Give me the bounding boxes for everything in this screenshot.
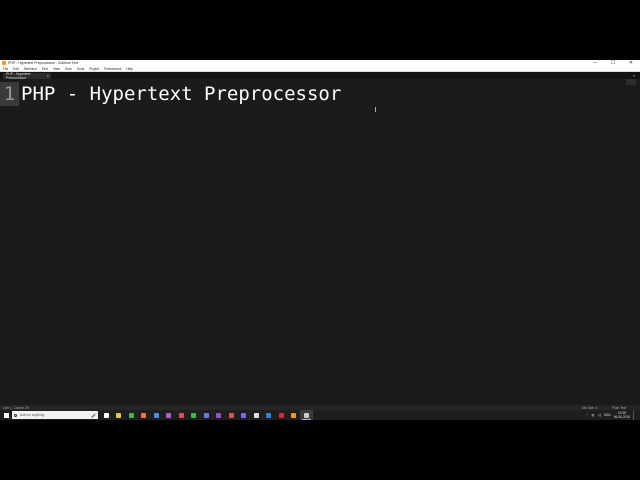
chrome-icon[interactable] bbox=[125, 410, 138, 420]
app-icon-10-glyph bbox=[266, 412, 272, 418]
menu-find[interactable]: Find bbox=[42, 67, 48, 71]
app-icon-10[interactable] bbox=[263, 410, 276, 420]
app-icon-5-glyph bbox=[203, 412, 209, 418]
app-icon-1[interactable] bbox=[150, 410, 163, 420]
app-icon-8-glyph bbox=[241, 412, 247, 418]
app-icon-3-glyph bbox=[178, 412, 184, 418]
show-desktop-button[interactable] bbox=[633, 410, 640, 420]
app-icon-5[interactable] bbox=[200, 410, 213, 420]
app-icon-6[interactable] bbox=[213, 410, 226, 420]
menu-goto[interactable]: Goto bbox=[65, 67, 72, 71]
tab-bar: PHP - Hypertext Preprocessor × ▾ bbox=[0, 72, 640, 80]
firefox-icon-glyph bbox=[141, 412, 147, 418]
cortana-search-box[interactable]: Ask me anything 🎤 bbox=[12, 411, 98, 419]
task-view-icon-glyph bbox=[103, 412, 109, 418]
chrome-icon-glyph bbox=[128, 412, 134, 418]
app-icon-2[interactable] bbox=[163, 410, 176, 420]
app-icon-11[interactable] bbox=[275, 410, 288, 420]
network-icon[interactable]: ▥ bbox=[591, 413, 594, 417]
sublime-text-icon[interactable] bbox=[300, 410, 313, 420]
menu-tools[interactable]: Tools bbox=[77, 67, 84, 71]
app-icon-8[interactable] bbox=[238, 410, 251, 420]
app-icon-12[interactable] bbox=[288, 410, 301, 420]
app-icon-4-glyph bbox=[191, 412, 197, 418]
app-icon-6-glyph bbox=[216, 412, 222, 418]
app-icon-11-glyph bbox=[278, 412, 284, 418]
tab-dropdown-icon[interactable]: ▾ bbox=[633, 73, 635, 78]
task-view-icon[interactable] bbox=[100, 410, 113, 420]
menu-help[interactable]: Help bbox=[126, 67, 133, 71]
menu-preferences[interactable]: Preferences bbox=[104, 67, 121, 71]
file-explorer-icon-glyph bbox=[116, 412, 122, 418]
app-icon-1-glyph bbox=[153, 412, 159, 418]
taskbar-apps bbox=[100, 410, 313, 420]
menu-file[interactable]: File bbox=[3, 67, 8, 71]
app-icon-4[interactable] bbox=[188, 410, 201, 420]
sublime-app-icon bbox=[2, 61, 6, 65]
microphone-icon[interactable]: 🎤 bbox=[91, 413, 96, 418]
volume-icon[interactable]: ◁) bbox=[597, 413, 601, 417]
window-title: PHP - Hypertext Preprocessor - Sublime T… bbox=[8, 61, 79, 65]
menu-selection[interactable]: Selection bbox=[24, 67, 37, 71]
tab-size-indicator[interactable]: Tab Size: 4 bbox=[582, 406, 598, 410]
app-icon-3[interactable] bbox=[175, 410, 188, 420]
windows-taskbar: Ask me anything 🎤 ⌃ ▥ ◁) DAN 15:38 06-06… bbox=[0, 410, 640, 420]
cursor-position: Line 1, Column 29 bbox=[3, 405, 29, 410]
app-icon-9-glyph bbox=[253, 412, 259, 418]
start-button[interactable] bbox=[0, 410, 12, 420]
cortana-icon bbox=[14, 413, 17, 417]
system-tray: ⌃ ▥ ◁) DAN 15:38 06-06-2016 bbox=[586, 410, 640, 420]
sublime-text-icon-glyph bbox=[303, 412, 309, 418]
menu-edit[interactable]: Edit bbox=[13, 67, 19, 71]
minimap[interactable] bbox=[626, 79, 636, 85]
language-indicator[interactable]: DAN bbox=[604, 413, 611, 417]
line-gutter: 1 bbox=[0, 79, 19, 406]
mouse-text-cursor-icon bbox=[375, 107, 376, 112]
clock[interactable]: 15:38 06-06-2016 bbox=[614, 411, 630, 419]
windows-logo-icon bbox=[3, 412, 9, 418]
app-icon-2-glyph bbox=[166, 412, 172, 418]
firefox-icon[interactable] bbox=[138, 410, 151, 420]
tray-chevron-icon[interactable]: ⌃ bbox=[586, 413, 589, 417]
code-line[interactable]: PHP - Hypertext Preprocessor bbox=[21, 82, 341, 106]
sublime-text-window: PHP - Hypertext Preprocessor - Sublime T… bbox=[0, 60, 640, 420]
menu-view[interactable]: View bbox=[53, 67, 60, 71]
app-icon-12-glyph bbox=[291, 412, 297, 418]
syntax-indicator[interactable]: Plain Text bbox=[612, 406, 626, 410]
app-icon-9[interactable] bbox=[250, 410, 263, 420]
menu-project[interactable]: Project bbox=[89, 67, 99, 71]
line-number: 1 bbox=[0, 82, 19, 106]
file-explorer-icon[interactable] bbox=[113, 410, 126, 420]
editor-area[interactable]: 1 PHP - Hypertext Preprocessor bbox=[0, 79, 640, 406]
search-placeholder: Ask me anything bbox=[20, 413, 45, 417]
app-icon-7[interactable] bbox=[225, 410, 238, 420]
clock-date: 06-06-2016 bbox=[613, 415, 630, 419]
app-icon-7-glyph bbox=[228, 412, 234, 418]
